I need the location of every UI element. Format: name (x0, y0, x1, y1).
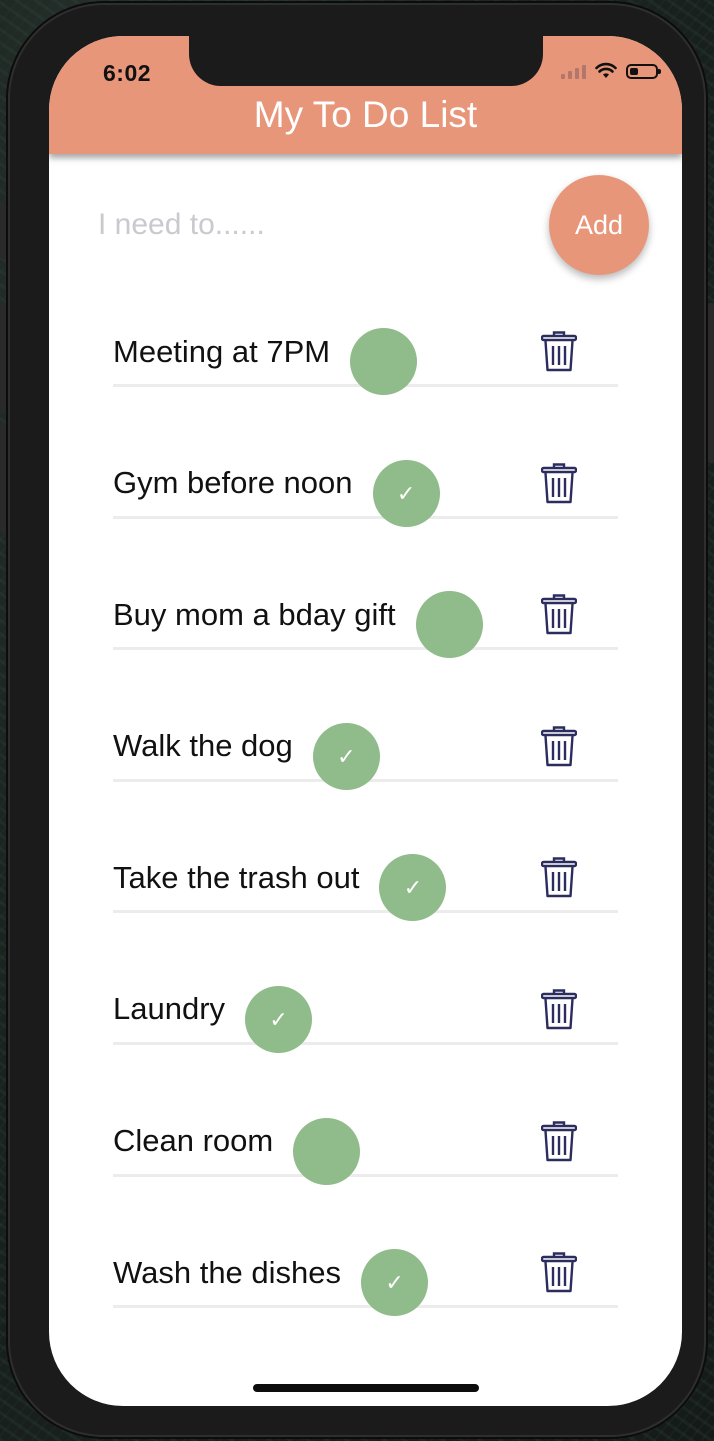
battery-level (630, 68, 638, 75)
complete-toggle[interactable] (415, 591, 483, 659)
todo-item: Walk the dog ✓ (49, 683, 682, 815)
checkmark-icon: ✓ (403, 875, 423, 901)
trash-icon[interactable] (541, 462, 577, 504)
todo-text[interactable]: Gym before noon (113, 465, 353, 501)
notch (189, 36, 543, 86)
trash-icon[interactable] (541, 1120, 577, 1162)
todo-item: Laundry ✓ (49, 946, 682, 1078)
trash-icon[interactable] (541, 1251, 577, 1293)
todo-text[interactable]: Clean room (113, 1123, 273, 1159)
trash-icon[interactable] (541, 330, 577, 372)
complete-toggle[interactable]: ✓ (379, 854, 447, 922)
todo-item: Wash the dishes ✓ (49, 1209, 682, 1341)
todo-text-wrap: Walk the dog ✓ (113, 713, 380, 790)
phone-frame: 6:02 My To Do List Add Meeting at 7PM (0, 3, 714, 1437)
todo-row: Walk the dog ✓ (113, 683, 618, 790)
volume-down-button (0, 423, 6, 533)
todo-row: Wash the dishes ✓ (113, 1209, 618, 1317)
wifi-icon (595, 62, 617, 78)
todo-row: Laundry ✓ (113, 946, 618, 1053)
todo-row: Meeting at 7PM (113, 288, 618, 395)
checkmark-icon: ✓ (396, 480, 416, 506)
todo-list: Meeting at 7PM Gym before noon ✓ Buy mom a … (49, 288, 682, 1341)
page-title: My To Do List (253, 94, 478, 135)
cellular-signal-icon (561, 63, 586, 79)
new-todo-input[interactable] (98, 204, 498, 246)
complete-toggle[interactable] (350, 328, 418, 395)
todo-text-wrap: Take the trash out ✓ (113, 844, 447, 922)
checkmark-icon: ✓ (269, 1006, 288, 1032)
todo-row: Take the trash out ✓ (113, 814, 618, 922)
silent-switch (0, 203, 6, 259)
todo-text[interactable]: Wash the dishes (113, 1255, 341, 1291)
complete-toggle[interactable]: ✓ (361, 1249, 429, 1317)
status-icons (561, 62, 661, 79)
todo-text-wrap: Clean room (113, 1108, 361, 1185)
todo-item: Meeting at 7PM (49, 288, 682, 420)
checkmark-icon: ✓ (337, 743, 356, 769)
trash-icon[interactable] (541, 725, 577, 767)
todo-text[interactable]: Laundry (113, 991, 225, 1027)
home-indicator[interactable] (253, 1384, 479, 1392)
todo-text-wrap: Gym before noon ✓ (113, 450, 440, 527)
todo-text[interactable]: Take the trash out (113, 860, 359, 896)
status-time: 6:02 (103, 60, 152, 86)
checkmark-icon: ✓ (385, 1270, 404, 1296)
power-button (708, 303, 714, 463)
todo-row: Buy mom a bday gift (113, 551, 618, 659)
complete-toggle[interactable] (293, 1117, 361, 1185)
add-button[interactable]: Add (549, 175, 649, 275)
todo-row: Gym before noon ✓ (113, 420, 618, 527)
app-screen: 6:02 My To Do List Add Meeting at 7PM (49, 36, 682, 1406)
todo-text-wrap: Wash the dishes ✓ (113, 1239, 429, 1317)
battery-icon (626, 64, 661, 79)
todo-text[interactable]: Buy mom a bday gift (113, 597, 396, 633)
todo-text[interactable]: Walk the dog (113, 728, 293, 764)
todo-item: Take the trash out ✓ (49, 814, 682, 946)
todo-text[interactable]: Meeting at 7PM (113, 334, 330, 370)
new-todo-row: Add (49, 154, 682, 284)
todo-text-wrap: Meeting at 7PM (113, 318, 418, 395)
todo-text-wrap: Buy mom a bday gift (113, 581, 483, 659)
complete-toggle[interactable]: ✓ (372, 459, 440, 527)
complete-toggle[interactable]: ✓ (245, 985, 313, 1053)
todo-text-wrap: Laundry ✓ (113, 976, 313, 1053)
complete-toggle[interactable]: ✓ (312, 722, 380, 790)
volume-up-button (0, 303, 6, 413)
trash-icon[interactable] (541, 856, 577, 898)
todo-row: Clean room (113, 1078, 618, 1185)
todo-item: Gym before noon ✓ (49, 420, 682, 552)
todo-item: Buy mom a bday gift (49, 551, 682, 683)
todo-item: Clean room (49, 1078, 682, 1210)
trash-icon[interactable] (541, 593, 577, 635)
app-header: 6:02 My To Do List (49, 36, 682, 154)
trash-icon[interactable] (541, 988, 577, 1030)
